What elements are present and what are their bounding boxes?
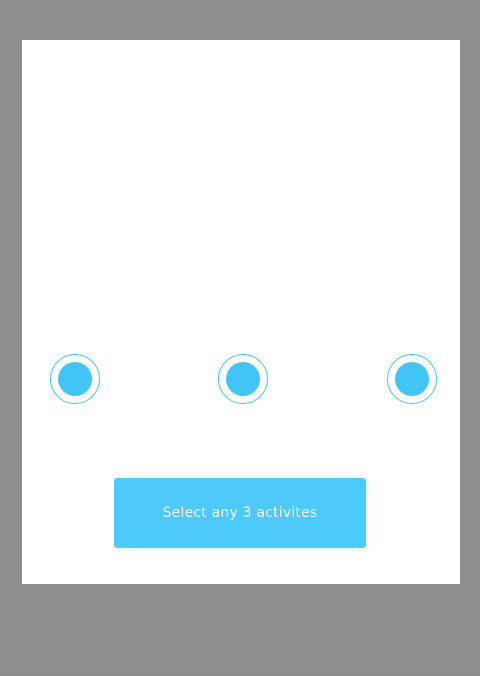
content-panel: Select any 3 activites [22,40,460,584]
activity-option-3-selected-dot [395,362,429,396]
activity-option-3-radio[interactable] [387,354,437,404]
select-activities-button[interactable]: Select any 3 activites [114,478,366,548]
activity-option-1-radio[interactable] [50,354,100,404]
select-activities-button-label: Select any 3 activites [162,505,318,521]
activity-option-1-selected-dot [58,362,92,396]
activity-option-2-radio[interactable] [218,354,268,404]
activity-option-2-selected-dot [226,362,260,396]
